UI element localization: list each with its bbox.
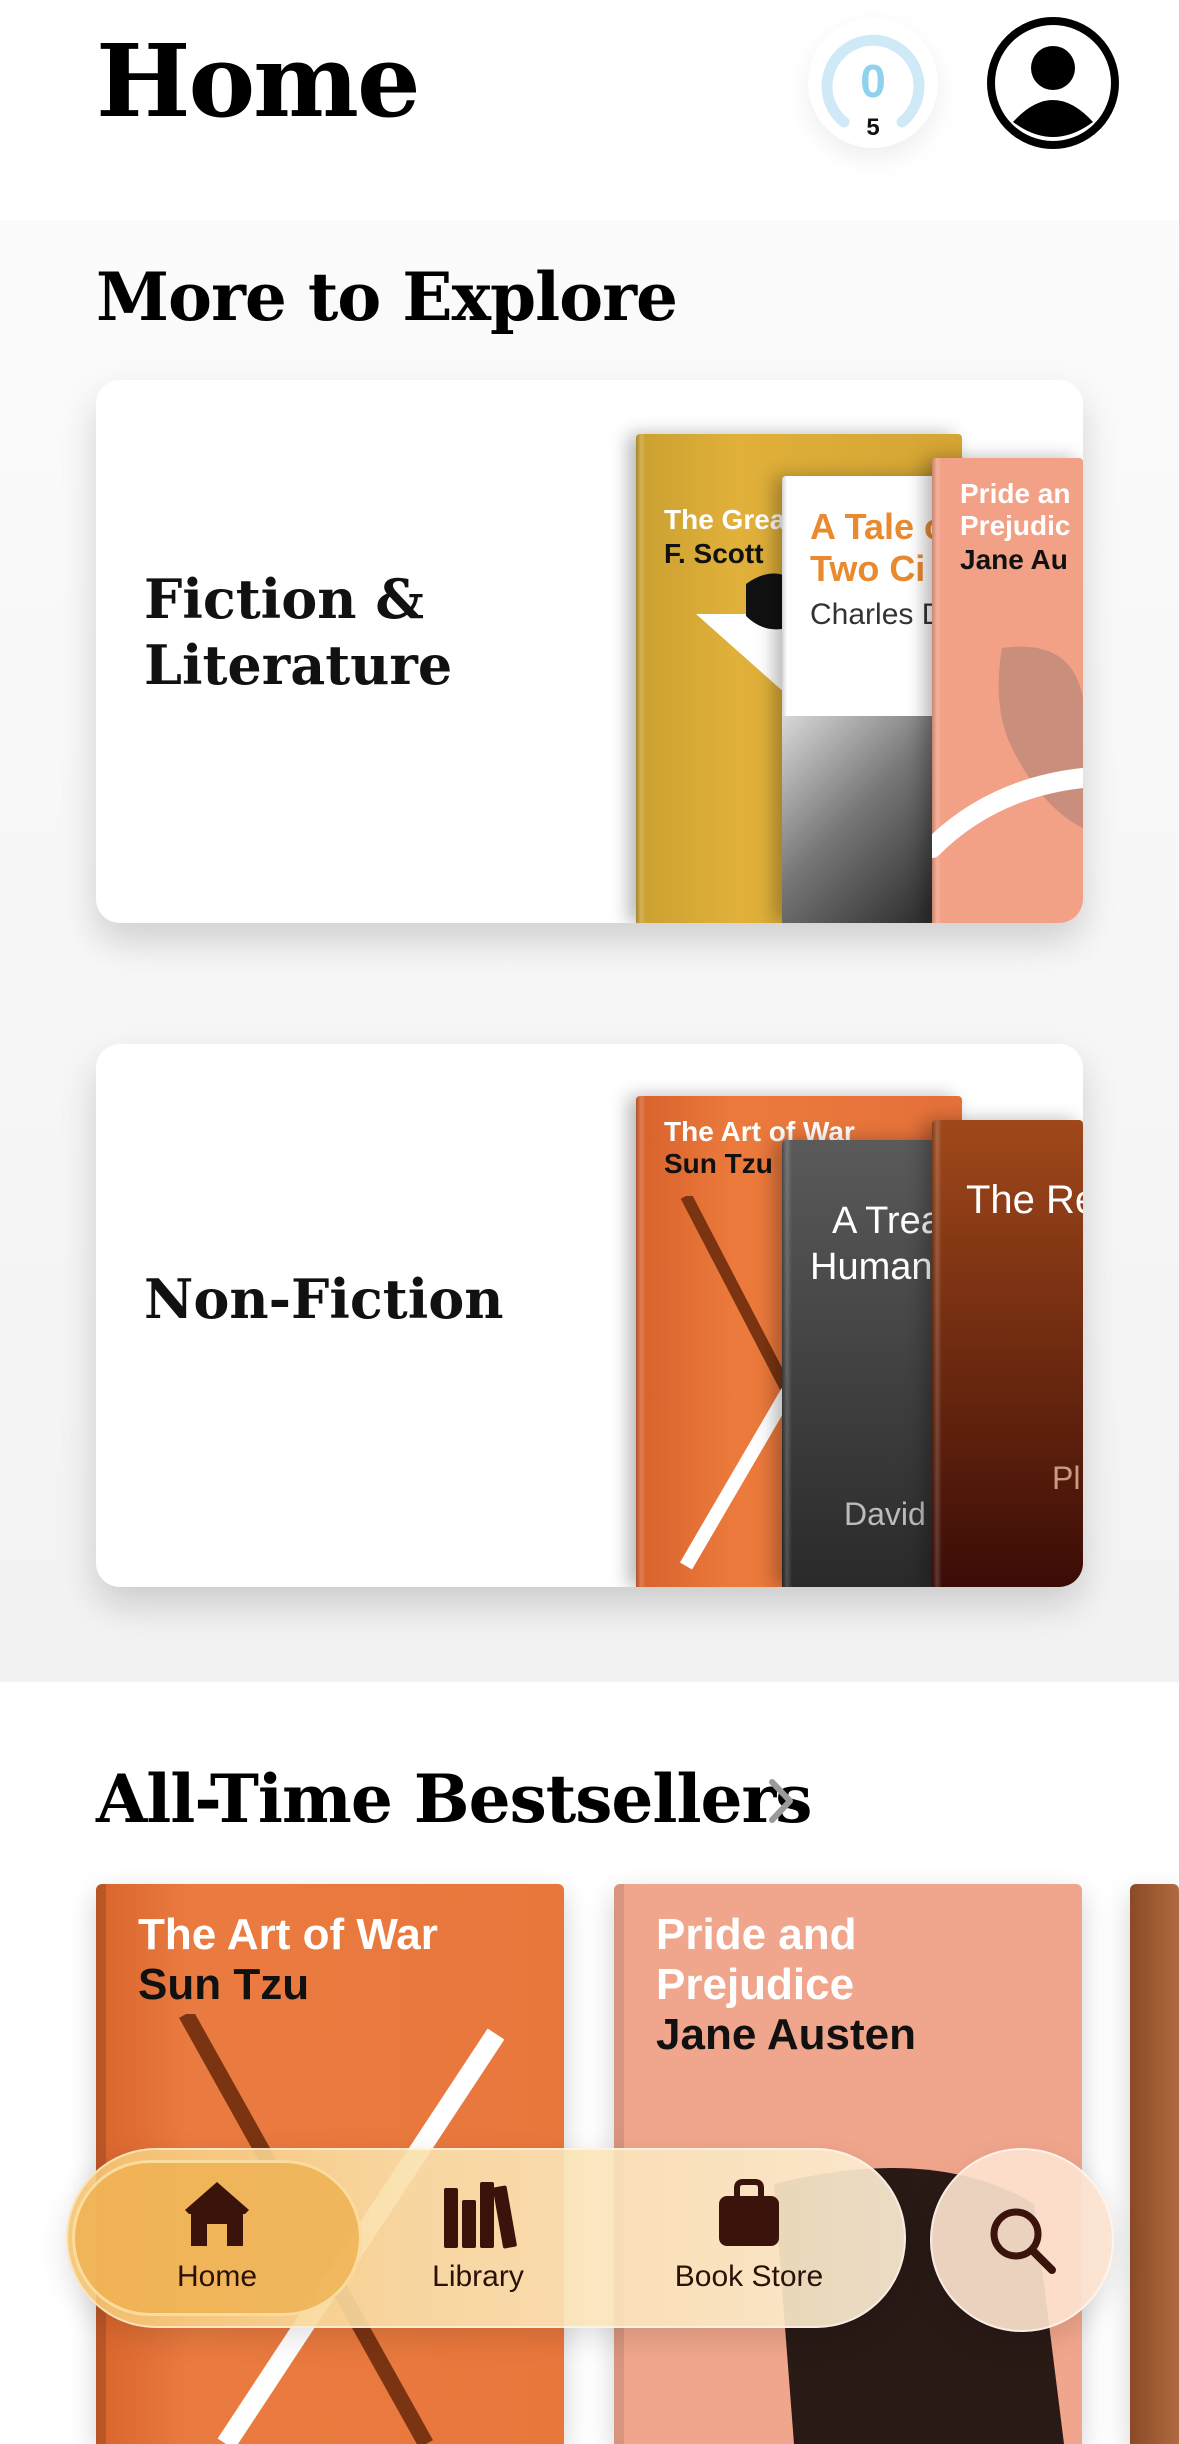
- chevron-right-icon[interactable]: [766, 1776, 796, 1826]
- reading-goal-ring[interactable]: 0 5: [808, 18, 938, 148]
- book-author: Pl: [1052, 1460, 1081, 1496]
- book-author: Jane Austen: [656, 2010, 917, 2059]
- tab-label: Library: [432, 2260, 524, 2293]
- book-title: A Trea: [832, 1200, 942, 1242]
- person-icon: [987, 17, 1119, 149]
- book-title-line2: Human: [810, 1246, 933, 1288]
- book-title: The Art of War: [138, 1910, 438, 1959]
- category-card-non-fiction[interactable]: Non-Fiction The Art of War Sun Tzu A Tre…: [96, 1044, 1083, 1587]
- tab-label: Home: [176, 2260, 258, 2293]
- goal-target: 5: [866, 114, 880, 141]
- tab-label: Book Store: [674, 2260, 824, 2293]
- tab-book-store[interactable]: Book Store: [644, 2148, 854, 2328]
- book-title: Pride an: [960, 478, 1071, 509]
- book-title: Pride and: [656, 1910, 857, 1959]
- book-title: The Re: [966, 1178, 1083, 1222]
- book-author: Charles D: [810, 598, 944, 631]
- tab-bar: Home Library Book Store: [66, 2148, 906, 2328]
- book-title: A Tale o: [810, 506, 947, 547]
- bestseller-cover-partial[interactable]: [1130, 1884, 1179, 2444]
- search-button[interactable]: [930, 2148, 1114, 2332]
- tab-library[interactable]: Library: [388, 2148, 568, 2328]
- category-card-fiction[interactable]: Fiction & Literature The Great Gatsby F.…: [96, 380, 1083, 923]
- portrait-photo: [782, 716, 952, 923]
- book-author: Sun Tzu: [138, 1960, 310, 2009]
- explore-title: More to Explore: [96, 258, 678, 336]
- book-cover-tale-of-two-cities[interactable]: A Tale o Two Ci Charles D: [782, 476, 952, 923]
- book-author: Sun Tzu: [664, 1148, 773, 1179]
- page-title: Home: [96, 22, 421, 140]
- books-icon: [444, 2182, 517, 2249]
- book-title-line2: Two Ci: [810, 548, 926, 589]
- bestsellers-title[interactable]: All-Time Bestsellers: [96, 1760, 812, 1838]
- book-title-line2: Prejudic: [960, 510, 1071, 541]
- shopping-bag-icon: [719, 2179, 779, 2246]
- book-cover-treatise-human-nature[interactable]: A Trea Human David: [782, 1140, 952, 1587]
- book-author: F. Scott: [664, 538, 764, 569]
- category-label: Non-Fiction: [144, 1267, 504, 1331]
- magnifier-icon: [990, 2208, 1056, 2274]
- book-author: David: [844, 1496, 926, 1532]
- book-cover-republic[interactable]: The Re Pl: [932, 1120, 1083, 1587]
- tab-home[interactable]: Home: [72, 2148, 362, 2328]
- goal-value: 0: [860, 55, 886, 107]
- account-avatar[interactable]: [986, 16, 1120, 150]
- book-title-line2: Prejudice: [656, 1960, 855, 2009]
- book-author: Jane Au: [960, 544, 1068, 575]
- book-cover-pride-and-prejudice[interactable]: Pride an Prejudic Jane Au: [932, 458, 1083, 923]
- category-label: Fiction & Literature: [144, 567, 453, 697]
- house-icon: [185, 2182, 249, 2246]
- cover-art-icon: [932, 646, 1083, 858]
